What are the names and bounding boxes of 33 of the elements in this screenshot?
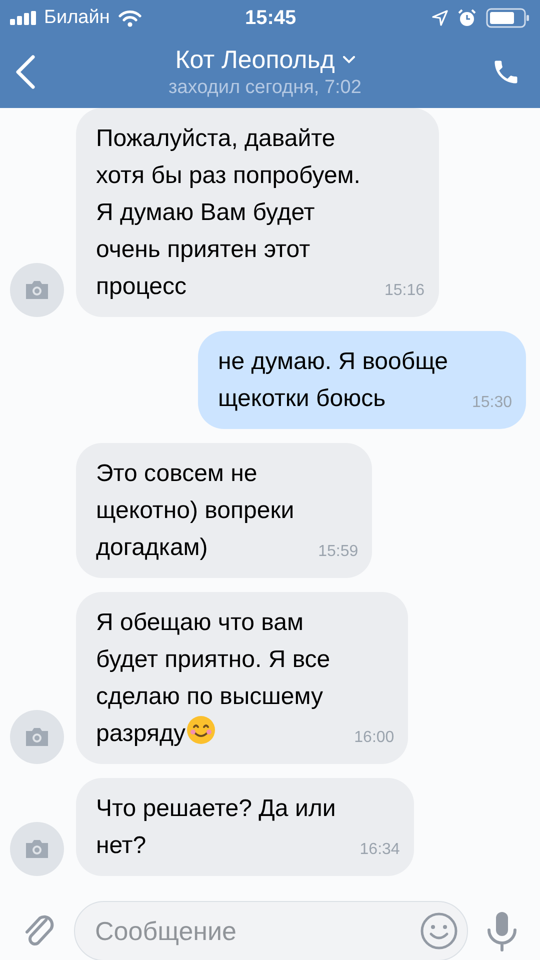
carrier-name: Билайн [44,6,110,30]
wifi-icon [118,10,142,26]
message-bubble[interactable]: Это совсем не щекотно) вопреки догадкам) 15:59 [76,443,372,578]
signal-icon [10,11,38,25]
location-arrow-icon [432,10,448,26]
message-time: 15:30 [472,393,512,413]
message-bubble[interactable]: Что решаете? Да или нет? 16:34 [76,778,414,876]
alarm-clock-icon [458,9,476,27]
back-chevron-icon [14,54,36,90]
contact-name: Кот Леопольд [175,45,335,76]
smiley-icon[interactable] [420,912,458,950]
message-text: Что решаете? Да или нет? [96,794,336,861]
message-text: Это совсем не щекотно) вопреки догадкам) [96,459,294,563]
status-time: 15:45 [245,6,296,31]
camera-icon [24,839,50,859]
message-field[interactable]: Сообщение [74,901,468,960]
message-time: 16:34 [360,840,400,860]
microphone-icon[interactable] [486,910,518,952]
message-text: Пожалуйста, давайте хотя бы раз попробуем. Я думаю Вам будет очень приятен этот процесс [96,124,360,302]
message-bubble[interactable]: Я обещаю что вам будет приятно. Я все сделаю по высшему разряду 16:00 [76,592,408,764]
message-time: 15:59 [318,542,358,562]
message-bubble[interactable]: Пожалуйста, давайте хотя бы раз попробуем. Я думаю Вам будет очень приятен этот процесс 15:16 [76,108,439,317]
camera-icon [24,727,50,747]
chevron-down-icon [342,56,355,64]
chat-title-button[interactable]: Кот Леопольд заходил сегодня, 7:02 [44,44,486,100]
message-time: 16:00 [354,728,394,748]
message-bubble[interactable]: не думаю. Я вообще щекотки боюсь 15:30 [198,331,526,429]
camera-icon [24,280,50,300]
message-text: не думаю. Я вообще щекотки боюсь [218,347,448,414]
message-time: 15:16 [384,281,425,301]
message-text: Я обещаю что вам будет приятно. Я все сделаю по высшему разряду [96,608,330,749]
last-seen-text: заходил сегодня, 7:02 [168,76,362,100]
battery-icon [486,8,530,28]
